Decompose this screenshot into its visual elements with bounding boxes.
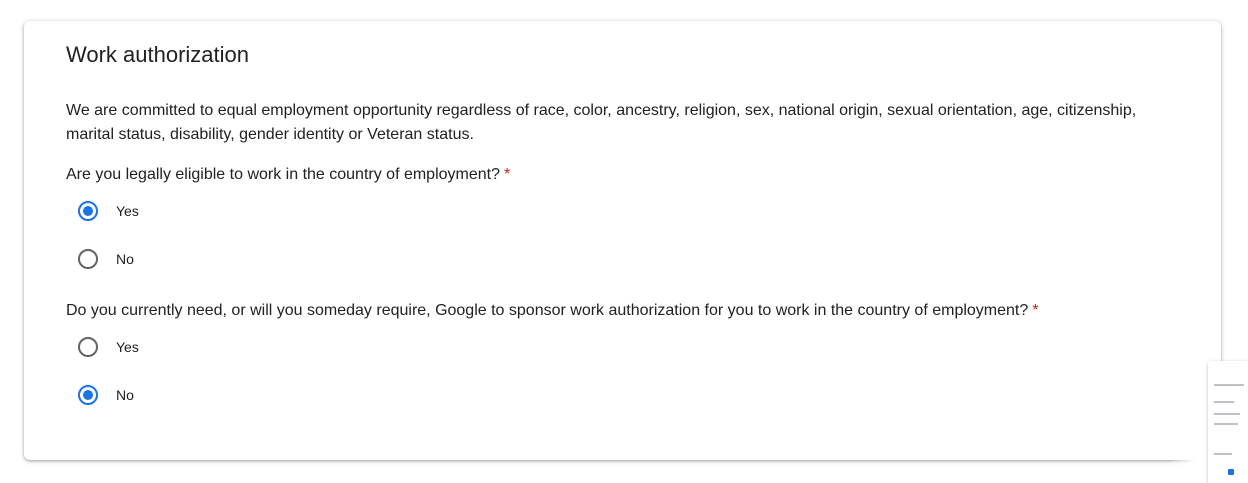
question-text: Do you currently need, or will you somed… — [66, 302, 1029, 319]
question-sponsorship: Do you currently need, or will you somed… — [66, 299, 1039, 323]
thumbnail-line — [1214, 401, 1234, 403]
radio-button-unchecked[interactable] — [78, 337, 98, 357]
radio-button-checked[interactable] — [78, 385, 98, 405]
radio-label: No — [116, 251, 134, 267]
required-asterisk: * — [1032, 302, 1039, 319]
radio-option-sponsorship-yes[interactable]: Yes — [78, 335, 139, 359]
required-asterisk: * — [504, 166, 511, 183]
checkbox-icon — [1228, 469, 1234, 475]
thumbnail-line — [1214, 423, 1238, 425]
section-title: Work authorization — [66, 42, 250, 67]
question-text: Are you legally eligible to work in the … — [66, 166, 500, 183]
radio-option-sponsorship-no[interactable]: No — [78, 383, 134, 407]
radio-button-unchecked[interactable] — [78, 249, 98, 269]
page-thumbnail-preview[interactable] — [1208, 361, 1248, 483]
thumbnail-line — [1214, 413, 1240, 415]
radio-option-eligible-no[interactable]: No — [78, 247, 134, 271]
work-authorization-card: Work authorization We are committed to e… — [24, 21, 1221, 460]
thumbnail-line — [1214, 453, 1232, 455]
edge-fade — [1168, 360, 1208, 483]
radio-option-eligible-yes[interactable]: Yes — [78, 199, 139, 223]
radio-label: Yes — [116, 203, 139, 219]
section-description: We are committed to equal employment opp… — [66, 102, 1137, 143]
radio-label: Yes — [116, 339, 139, 355]
thumbnail-line — [1214, 384, 1244, 386]
question-legal-eligibility: Are you legally eligible to work in the … — [66, 163, 510, 187]
radio-button-checked[interactable] — [78, 201, 98, 221]
radio-label: No — [116, 387, 134, 403]
